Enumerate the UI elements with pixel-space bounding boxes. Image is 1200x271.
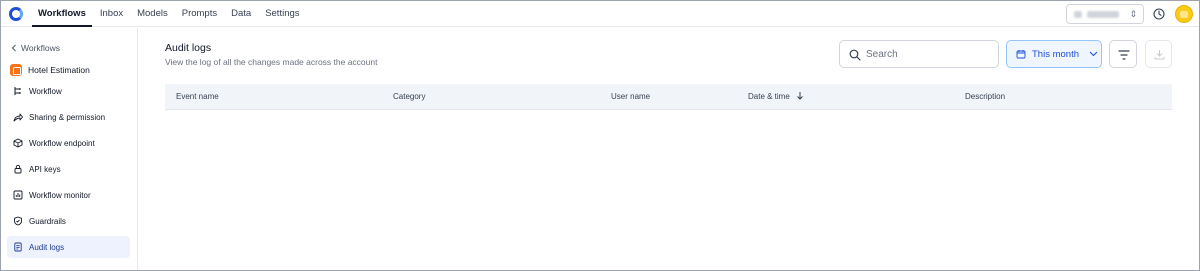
project-name: Hotel Estimation (28, 65, 90, 75)
avatar[interactable] (1175, 5, 1193, 23)
tab-settings[interactable]: Settings (259, 1, 305, 27)
chevron-down-icon (1089, 51, 1098, 57)
download-icon (1154, 50, 1165, 60)
column-header-date-time[interactable]: Date & time (748, 84, 804, 110)
project-header: Hotel Estimation (10, 64, 90, 76)
workspace-select[interactable]: ⇕ (1066, 4, 1144, 24)
workspace-name-redacted (1087, 11, 1119, 18)
sidebar-item-label: API keys (29, 164, 61, 174)
chevron-updown-icon: ⇕ (1129, 9, 1137, 19)
share-icon (13, 113, 23, 122)
tab-models[interactable]: Models (131, 1, 174, 27)
search-input[interactable] (866, 46, 992, 63)
app-logo-icon[interactable] (9, 7, 23, 21)
sidebar-item-label: Workflow (29, 86, 62, 96)
sidebar-item-workflow-monitor[interactable]: Workflow monitor (7, 184, 130, 206)
sidebar-item-label: Sharing & permission (29, 112, 106, 122)
table-header-row: Event name Category User name Date & tim… (165, 84, 1172, 110)
column-header-category[interactable]: Category (393, 84, 425, 110)
sidebar-item-label: Workflow endpoint (29, 138, 95, 148)
arrow-down-icon (797, 92, 803, 100)
page-title: Audit logs (165, 42, 212, 54)
filter-icon (1118, 50, 1130, 60)
shield-icon (14, 216, 22, 226)
lock-icon (14, 164, 22, 174)
history-icon[interactable] (1153, 8, 1165, 20)
sidebar-item-label: Guardrails (29, 216, 66, 226)
tab-prompts[interactable]: Prompts (176, 1, 223, 27)
column-header-user-name[interactable]: User name (611, 84, 650, 110)
project-icon (10, 64, 22, 76)
download-button[interactable] (1145, 40, 1172, 68)
workflow-icon (14, 87, 21, 95)
tab-data[interactable]: Data (225, 1, 257, 27)
column-header-event-name[interactable]: Event name (176, 84, 219, 110)
tab-inbox[interactable]: Inbox (94, 1, 129, 27)
chevron-left-icon (11, 44, 16, 52)
filter-button[interactable] (1109, 40, 1137, 68)
back-link-label: Workflows (21, 43, 61, 53)
top-nav: Workflows Inbox Models Prompts Data Sett… (1, 1, 1199, 27)
sidebar-item-workflow[interactable]: Workflow (7, 80, 130, 102)
sidebar-item-label: Workflow monitor (29, 190, 91, 200)
search-icon (849, 49, 861, 61)
document-icon (14, 242, 22, 252)
sidebar-item-guardrails[interactable]: Guardrails (7, 210, 130, 232)
sidebar: Workflows Hotel Estimation Workflow Shar… (1, 28, 138, 270)
search-box (839, 40, 999, 68)
sidebar-item-sharing[interactable]: Sharing & permission (7, 106, 130, 128)
tab-workflows[interactable]: Workflows (32, 1, 92, 27)
sidebar-item-label: Audit logs (29, 242, 65, 252)
column-header-date-time-label: Date & time (748, 92, 790, 101)
page-subtitle: View the log of all the changes made acr… (165, 57, 378, 67)
nav-tabs: Workflows Inbox Models Prompts Data Sett… (32, 1, 308, 27)
date-range-button[interactable]: This month (1006, 40, 1102, 68)
sidebar-item-audit-logs[interactable]: Audit logs (7, 236, 130, 258)
cube-icon (13, 138, 23, 148)
column-header-description[interactable]: Description (965, 84, 1005, 110)
sidebar-item-workflow-endpoint[interactable]: Workflow endpoint (7, 132, 130, 154)
date-range-label: This month (1032, 48, 1079, 60)
sidebar-menu: Workflow Sharing & permission Workflow e… (7, 80, 130, 262)
back-link[interactable]: Workflows (11, 43, 60, 53)
calendar-icon (1016, 50, 1026, 59)
sidebar-item-api-keys[interactable]: API keys (7, 158, 130, 180)
avatar-image (1180, 11, 1188, 18)
workspace-icon (1074, 11, 1082, 18)
monitor-chart-icon (13, 190, 23, 200)
